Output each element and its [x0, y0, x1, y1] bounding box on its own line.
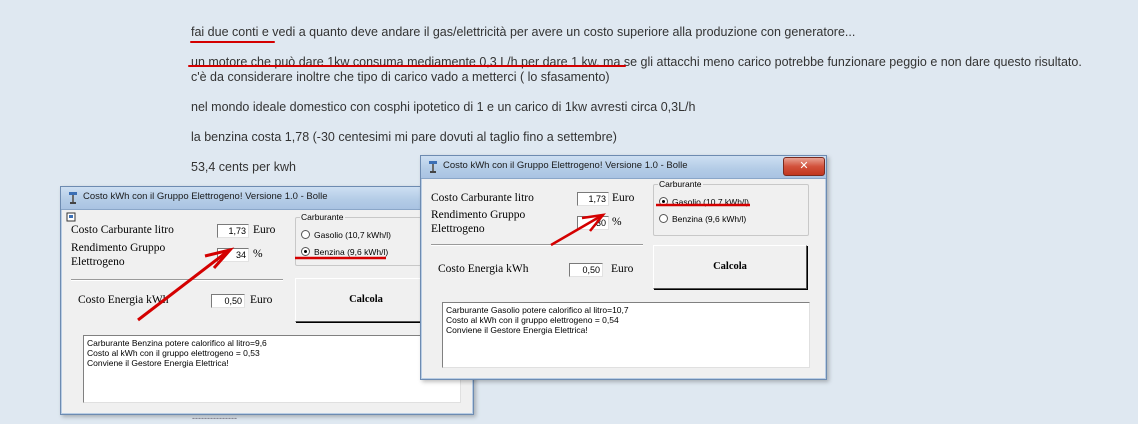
- energy-cost-input[interactable]: 0,50: [569, 263, 603, 277]
- result-box[interactable]: Carburante Benzina potere calorifico al …: [83, 335, 461, 403]
- separator: [71, 279, 283, 281]
- separator: [431, 244, 643, 246]
- efficiency-unit: %: [612, 216, 622, 228]
- efficiency-input[interactable]: 30: [577, 216, 609, 230]
- post-line-5: la benzina costa 1,78 (-30 centesimi mi …: [191, 130, 617, 144]
- radio-dot-selected-icon: [301, 247, 310, 256]
- efficiency-label: Rendimento Gruppo: [431, 209, 526, 221]
- app-icon: [69, 192, 77, 204]
- efficiency-label: Rendimento Gruppo: [71, 242, 166, 254]
- post-line-6: 53,4 cents per kwh: [191, 160, 296, 174]
- radio-diesel[interactable]: Gasolio (10,7 kWh/l): [659, 197, 749, 207]
- calcola-button[interactable]: Calcola: [653, 245, 807, 289]
- radio-diesel-label: Gasolio (10,7 kWh/l): [672, 197, 749, 207]
- fuel-cost-input[interactable]: 1,73: [217, 224, 249, 238]
- result-line: Conviene il Gestore Energia Elettrica!: [446, 325, 588, 335]
- radio-petrol-label: Benzina (9,6 kWh/l): [672, 214, 747, 224]
- calcola-button[interactable]: Calcola: [295, 278, 437, 322]
- radio-dot-icon: [659, 214, 668, 223]
- energy-cost-unit: Euro: [611, 263, 634, 275]
- result-line: Carburante Benzina potere calorifico al …: [87, 338, 267, 348]
- fuel-cost-unit: Euro: [253, 224, 276, 236]
- result-box[interactable]: Carburante Gasolio potere calorifico al …: [442, 302, 810, 368]
- efficiency-label-line2: Elettrogeno: [71, 256, 125, 268]
- window-title: Costo kWh con il Gruppo Elettrogeno! Ver…: [443, 160, 688, 171]
- calculator-window-right: Costo kWh con il Gruppo Elettrogeno! Ver…: [420, 155, 827, 380]
- calcola-label: Calcola: [349, 294, 383, 305]
- radio-dot-icon: [301, 230, 310, 239]
- annotation-underline: [190, 41, 275, 43]
- radio-petrol[interactable]: Benzina (9,6 kWh/l): [301, 247, 388, 257]
- radio-diesel-label: Gasolio (10,7 kWh/l): [314, 230, 391, 240]
- small-app-icon: [66, 212, 76, 222]
- radio-petrol-label: Benzina (9,6 kWh/l): [314, 247, 389, 257]
- radio-petrol[interactable]: Benzina (9,6 kWh/l): [659, 214, 746, 224]
- fuel-cost-label: Costo Carburante litro: [71, 224, 174, 236]
- result-line: Costo al kWh con il gruppo elettrogeno =…: [446, 315, 619, 325]
- energy-cost-label: Costo Energia kWh: [78, 294, 169, 306]
- post-line-1: fai due conti e vedi a quanto deve andar…: [191, 25, 856, 39]
- fuel-cost-unit: Euro: [612, 192, 635, 204]
- post-line-3: c'è da considerare inoltre che tipo di c…: [191, 70, 610, 84]
- result-line: Carburante Gasolio potere calorifico al …: [446, 305, 629, 315]
- annotation-underline: [188, 65, 626, 67]
- energy-cost-input[interactable]: 0,50: [211, 294, 245, 308]
- calcola-label: Calcola: [713, 261, 747, 272]
- efficiency-label-line2: Elettrogeno: [431, 223, 485, 235]
- window-titlebar[interactable]: Costo kWh con il Gruppo Elettrogeno! Ver…: [61, 187, 473, 210]
- fuel-cost-label: Costo Carburante litro: [431, 192, 534, 204]
- fuel-group-label: Carburante: [300, 212, 345, 222]
- window-title: Costo kWh con il Gruppo Elettrogeno! Ver…: [83, 191, 328, 202]
- energy-cost-unit: Euro: [250, 294, 273, 306]
- efficiency-unit: %: [253, 248, 263, 260]
- fuel-group-label: Carburante: [658, 179, 703, 189]
- window-titlebar[interactable]: Costo kWh con il Gruppo Elettrogeno! Ver…: [421, 156, 826, 179]
- radio-diesel[interactable]: Gasolio (10,7 kWh/l): [301, 230, 391, 240]
- post-line-4: nel mondo ideale domestico con cosphi ip…: [191, 100, 696, 114]
- app-icon: [429, 161, 437, 173]
- fuel-group: Carburante: [653, 179, 809, 236]
- result-line: Costo al kWh con il gruppo elettrogeno =…: [87, 348, 260, 358]
- energy-cost-label: Costo Energia kWh: [438, 263, 529, 275]
- fuel-cost-input[interactable]: 1,73: [577, 192, 609, 206]
- radio-dot-selected-icon: [659, 197, 668, 206]
- efficiency-input[interactable]: 34: [217, 248, 249, 262]
- close-icon[interactable]: ✕: [783, 157, 825, 176]
- result-line: Conviene il Gestore Energia Elettrica!: [87, 358, 229, 368]
- calculator-window-left: Costo kWh con il Gruppo Elettrogeno! Ver…: [60, 186, 474, 415]
